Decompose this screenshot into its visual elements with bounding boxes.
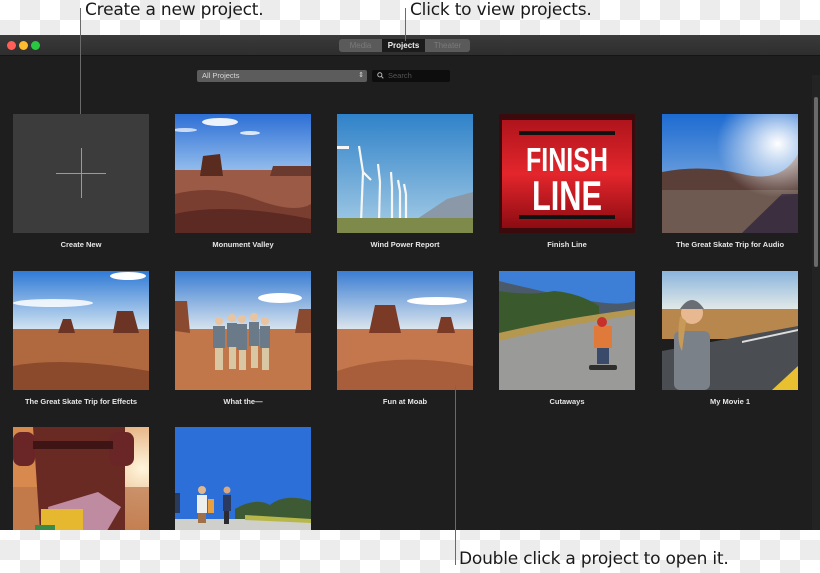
project-title: Monument Valley [212,240,274,249]
project-thumbnail[interactable] [13,271,149,390]
project-tile[interactable]: My Movie 1 [662,271,798,406]
callout-open-project: Double click a project to open it. [459,549,729,569]
callout-view-projects: Click to view projects. [410,0,592,20]
project-thumbnail[interactable] [175,271,311,390]
project-thumbnail[interactable] [337,114,473,233]
close-button[interactable] [7,41,16,50]
imovie-window: Media Projects Theater All Projects ⇕ Se… [0,35,820,530]
project-tile[interactable] [13,427,149,530]
create-new-thumb[interactable] [13,114,149,233]
callout-open-leader [455,385,456,565]
project-title: The Great Skate Trip for Effects [24,397,138,406]
project-tile[interactable]: FINISH LINE Finish Line [499,114,635,249]
project-thumbnail[interactable] [337,271,473,390]
callout-view-leader [405,8,406,41]
create-new-tile[interactable]: Create New [13,114,149,249]
project-tile[interactable]: Fun at Moab [337,271,473,406]
project-tile[interactable]: The Great Skate Trip for Effects [13,271,149,406]
project-filter-value: All Projects [202,71,240,80]
project-tile[interactable]: Cutaways [499,271,635,406]
project-filter-dropdown[interactable]: All Projects ⇕ [197,70,367,82]
tab-media[interactable]: Media [339,39,382,52]
project-title: Wind Power Report [370,240,440,249]
project-thumbnail[interactable] [175,427,311,530]
tab-theater[interactable]: Theater [425,39,470,52]
minimize-button[interactable] [19,41,28,50]
updown-chevron-icon: ⇕ [358,72,364,79]
search-placeholder: Search [388,71,412,80]
project-thumbnail[interactable] [662,114,798,233]
project-thumbnail[interactable] [13,427,149,530]
callout-create-project: Create a new project. [85,0,264,20]
project-tile[interactable]: Monument Valley [175,114,311,249]
project-title: What the— [223,397,263,406]
filter-row: All Projects ⇕ Search [197,70,450,82]
project-title: Fun at Moab [382,397,428,406]
project-tile[interactable]: What the— [175,271,311,406]
scrollbar-thumb[interactable] [814,97,818,267]
magnifier-icon [377,72,384,79]
project-tile[interactable]: Wind Power Report [337,114,473,249]
project-thumbnail[interactable] [499,271,635,390]
callout-create-leader [80,8,81,114]
project-title: The Great Skate Trip for Audio [675,240,785,249]
tab-projects[interactable]: Projects [382,39,425,52]
project-title: My Movie 1 [709,397,750,406]
project-thumbnail[interactable]: FINISH LINE [499,114,635,233]
finish-line-thumb-text-2: LINE [532,172,602,219]
create-new-label: Create New [60,240,102,249]
project-title: Finish Line [547,240,587,249]
project-thumbnail[interactable] [175,114,311,233]
search-field[interactable]: Search [372,70,450,82]
project-title: Cutaways [549,397,585,406]
titlebar: Media Projects Theater [0,35,820,56]
project-tile[interactable] [175,427,311,530]
zoom-button[interactable] [31,41,40,50]
project-tile[interactable]: The Great Skate Trip for Audio [662,114,798,249]
project-thumbnail[interactable] [662,271,798,390]
